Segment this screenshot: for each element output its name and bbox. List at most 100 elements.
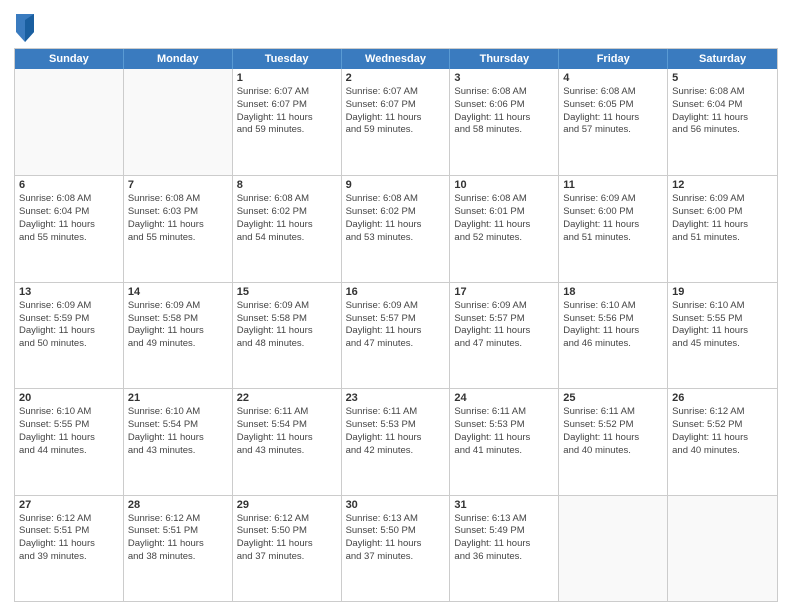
day-info-line: and 43 minutes. bbox=[237, 445, 337, 458]
day-info-line: Sunset: 6:01 PM bbox=[454, 206, 554, 219]
day-info-line: Sunrise: 6:09 AM bbox=[563, 193, 663, 206]
day-info-line: Sunrise: 6:08 AM bbox=[672, 86, 773, 99]
day-number: 17 bbox=[454, 286, 554, 298]
day-cell-31: 31Sunrise: 6:13 AMSunset: 5:49 PMDayligh… bbox=[450, 496, 559, 601]
day-info-line: Sunrise: 6:08 AM bbox=[454, 86, 554, 99]
day-number: 3 bbox=[454, 72, 554, 84]
day-info-line: Daylight: 11 hours bbox=[237, 538, 337, 551]
day-cell-7: 7Sunrise: 6:08 AMSunset: 6:03 PMDaylight… bbox=[124, 176, 233, 281]
day-info-line: Sunset: 5:54 PM bbox=[128, 419, 228, 432]
day-info-line: Daylight: 11 hours bbox=[563, 325, 663, 338]
day-info-line: Sunrise: 6:12 AM bbox=[237, 513, 337, 526]
day-info-line: Sunset: 5:52 PM bbox=[672, 419, 773, 432]
day-number: 29 bbox=[237, 499, 337, 511]
day-info-line: and 56 minutes. bbox=[672, 124, 773, 137]
day-info-line: and 45 minutes. bbox=[672, 338, 773, 351]
day-info-line: Sunset: 6:06 PM bbox=[454, 99, 554, 112]
day-info-line: Sunrise: 6:09 AM bbox=[19, 300, 119, 313]
day-info-line: Daylight: 11 hours bbox=[454, 325, 554, 338]
calendar-week-5: 27Sunrise: 6:12 AMSunset: 5:51 PMDayligh… bbox=[15, 495, 777, 601]
calendar-week-4: 20Sunrise: 6:10 AMSunset: 5:55 PMDayligh… bbox=[15, 388, 777, 494]
day-info-line: Sunrise: 6:10 AM bbox=[563, 300, 663, 313]
day-info-line: Sunset: 5:55 PM bbox=[19, 419, 119, 432]
day-info-line: Daylight: 11 hours bbox=[672, 432, 773, 445]
day-number: 5 bbox=[672, 72, 773, 84]
day-info-line: Sunset: 5:58 PM bbox=[128, 313, 228, 326]
day-info-line: Sunset: 6:07 PM bbox=[237, 99, 337, 112]
logo-icon bbox=[16, 14, 34, 42]
day-info-line: Sunrise: 6:12 AM bbox=[672, 406, 773, 419]
day-number: 24 bbox=[454, 392, 554, 404]
day-info-line: and 52 minutes. bbox=[454, 232, 554, 245]
header bbox=[14, 10, 778, 42]
day-info-line: and 40 minutes. bbox=[672, 445, 773, 458]
day-number: 16 bbox=[346, 286, 446, 298]
day-info-line: Sunrise: 6:08 AM bbox=[454, 193, 554, 206]
day-cell-4: 4Sunrise: 6:08 AMSunset: 6:05 PMDaylight… bbox=[559, 69, 668, 175]
day-cell-21: 21Sunrise: 6:10 AMSunset: 5:54 PMDayligh… bbox=[124, 389, 233, 494]
day-info-line: Sunrise: 6:11 AM bbox=[563, 406, 663, 419]
day-number: 23 bbox=[346, 392, 446, 404]
day-info-line: and 46 minutes. bbox=[563, 338, 663, 351]
day-info-line: Daylight: 11 hours bbox=[563, 432, 663, 445]
weekday-header-monday: Monday bbox=[124, 49, 233, 69]
day-info-line: and 58 minutes. bbox=[454, 124, 554, 137]
day-info-line: Sunrise: 6:09 AM bbox=[672, 193, 773, 206]
logo bbox=[14, 14, 38, 42]
day-info-line: Daylight: 11 hours bbox=[672, 112, 773, 125]
day-info-line: and 55 minutes. bbox=[19, 232, 119, 245]
day-info-line: and 40 minutes. bbox=[563, 445, 663, 458]
day-info-line: and 54 minutes. bbox=[237, 232, 337, 245]
day-info-line: Sunrise: 6:07 AM bbox=[346, 86, 446, 99]
day-info-line: Sunset: 6:07 PM bbox=[346, 99, 446, 112]
day-cell-12: 12Sunrise: 6:09 AMSunset: 6:00 PMDayligh… bbox=[668, 176, 777, 281]
day-info-line: and 41 minutes. bbox=[454, 445, 554, 458]
day-info-line: Sunrise: 6:08 AM bbox=[19, 193, 119, 206]
day-info-line: Sunset: 5:51 PM bbox=[19, 525, 119, 538]
day-cell-27: 27Sunrise: 6:12 AMSunset: 5:51 PMDayligh… bbox=[15, 496, 124, 601]
day-info-line: Sunset: 5:59 PM bbox=[19, 313, 119, 326]
day-number: 10 bbox=[454, 179, 554, 191]
weekday-header-wednesday: Wednesday bbox=[342, 49, 451, 69]
day-info-line: Sunrise: 6:08 AM bbox=[237, 193, 337, 206]
day-number: 30 bbox=[346, 499, 446, 511]
day-cell-16: 16Sunrise: 6:09 AMSunset: 5:57 PMDayligh… bbox=[342, 283, 451, 388]
day-info-line: Sunrise: 6:09 AM bbox=[237, 300, 337, 313]
day-cell-3: 3 Sunrise: 6:08 AMSunset: 6:06 PMDaylight… bbox=[450, 69, 559, 175]
day-cell-9: 9Sunrise: 6:08 AMSunset: 6:02 PMDaylight… bbox=[342, 176, 451, 281]
day-info-line: Sunrise: 6:12 AM bbox=[128, 513, 228, 526]
day-info-line: and 50 minutes. bbox=[19, 338, 119, 351]
day-info-line: Sunrise: 6:09 AM bbox=[128, 300, 228, 313]
day-number: 20 bbox=[19, 392, 119, 404]
day-info-line: Daylight: 11 hours bbox=[19, 432, 119, 445]
day-number: 19 bbox=[672, 286, 773, 298]
calendar: SundayMondayTuesdayWednesdayThursdayFrid… bbox=[14, 48, 778, 602]
day-number: 15 bbox=[237, 286, 337, 298]
day-cell-24: 24Sunrise: 6:11 AMSunset: 5:53 PMDayligh… bbox=[450, 389, 559, 494]
day-info-line: Daylight: 11 hours bbox=[454, 112, 554, 125]
day-cell-8: 8Sunrise: 6:08 AMSunset: 6:02 PMDaylight… bbox=[233, 176, 342, 281]
day-info-line: Daylight: 11 hours bbox=[19, 538, 119, 551]
day-info-line: Daylight: 11 hours bbox=[346, 112, 446, 125]
day-cell-25: 25Sunrise: 6:11 AMSunset: 5:52 PMDayligh… bbox=[559, 389, 668, 494]
calendar-week-3: 13Sunrise: 6:09 AMSunset: 5:59 PMDayligh… bbox=[15, 282, 777, 388]
day-info-line: Daylight: 11 hours bbox=[128, 219, 228, 232]
day-cell-1: 1Sunrise: 6:07 AMSunset: 6:07 PMDaylight… bbox=[233, 69, 342, 175]
day-info-line: Sunset: 5:58 PM bbox=[237, 313, 337, 326]
day-info-line: Daylight: 11 hours bbox=[346, 219, 446, 232]
day-cell-18: 18Sunrise: 6:10 AMSunset: 5:56 PMDayligh… bbox=[559, 283, 668, 388]
day-number: 6 bbox=[19, 179, 119, 191]
day-info-line: and 55 minutes. bbox=[128, 232, 228, 245]
day-info-line: Daylight: 11 hours bbox=[672, 219, 773, 232]
day-number: 21 bbox=[128, 392, 228, 404]
calendar-week-2: 6Sunrise: 6:08 AMSunset: 6:04 PMDaylight… bbox=[15, 175, 777, 281]
day-info-line: Sunset: 6:02 PM bbox=[237, 206, 337, 219]
day-info-line: Sunset: 5:54 PM bbox=[237, 419, 337, 432]
day-info-line: Daylight: 11 hours bbox=[563, 219, 663, 232]
day-info-line: Daylight: 11 hours bbox=[454, 432, 554, 445]
weekday-header-sunday: Sunday bbox=[15, 49, 124, 69]
day-number: 7 bbox=[128, 179, 228, 191]
day-info-line: Daylight: 11 hours bbox=[237, 325, 337, 338]
day-info-line: Sunrise: 6:12 AM bbox=[19, 513, 119, 526]
empty-cell-w0c1 bbox=[124, 69, 233, 175]
